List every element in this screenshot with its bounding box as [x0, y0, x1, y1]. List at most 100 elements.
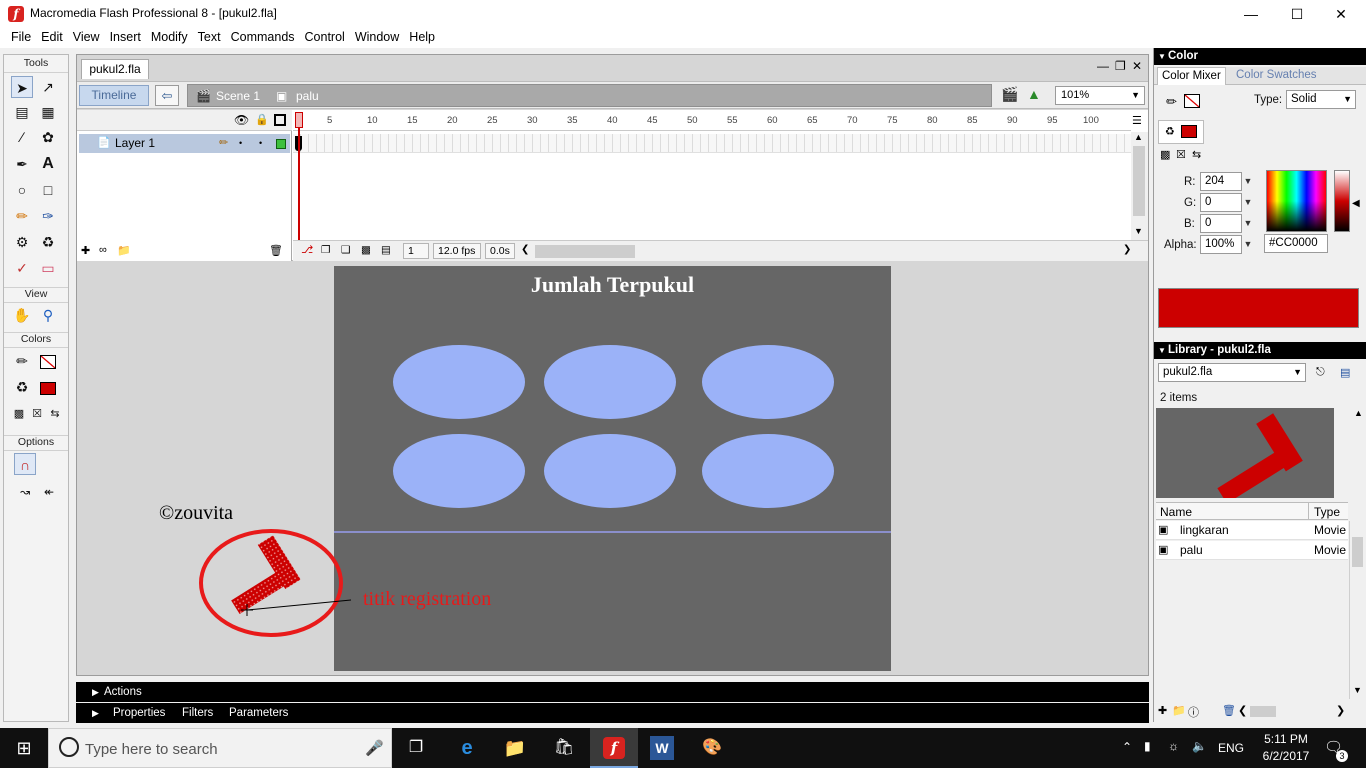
stroke-swatch[interactable]: [1184, 94, 1200, 108]
edge-browser-icon[interactable]: e: [455, 736, 479, 760]
breadcrumb-symbol[interactable]: palu: [296, 89, 319, 103]
subselection-tool-button[interactable]: ↗: [37, 76, 59, 98]
hand-tool-button[interactable]: ✋: [11, 304, 33, 326]
chevron-down-icon[interactable]: ▼: [1242, 214, 1254, 233]
fill-transform-tool-button[interactable]: ▦: [37, 101, 59, 123]
doc-close-button[interactable]: ✕: [1132, 59, 1142, 73]
chevron-down-icon[interactable]: ▼: [1242, 193, 1254, 212]
fill-type-select[interactable]: Solid ▼: [1286, 90, 1356, 109]
wifi-icon[interactable]: ☼: [1168, 739, 1179, 753]
chevron-down-icon[interactable]: ▼: [1134, 226, 1143, 236]
green-input[interactable]: 0: [1200, 193, 1242, 212]
fill-swatch[interactable]: [1181, 125, 1197, 138]
smooth-button[interactable]: ↝: [14, 481, 36, 503]
menu-window[interactable]: Window: [350, 28, 404, 48]
store-icon[interactable]: 🛍: [552, 736, 576, 760]
menu-control[interactable]: Control: [300, 28, 350, 48]
maximize-button[interactable]: ☐: [1274, 0, 1320, 28]
menu-file[interactable]: File: [6, 28, 36, 48]
fill-color-swatch[interactable]: [37, 376, 59, 398]
edit-multiple-frames-icon[interactable]: ▩: [361, 244, 371, 256]
brightness-slider[interactable]: [1334, 170, 1350, 232]
eyedropper-tool-button[interactable]: ✓: [11, 257, 33, 279]
breadcrumb-scene[interactable]: Scene 1: [216, 89, 260, 103]
close-button[interactable]: ✕: [1318, 0, 1364, 28]
stroke-color-swatch[interactable]: [37, 350, 59, 372]
column-type[interactable]: Type: [1314, 505, 1340, 519]
menu-modify[interactable]: Modify: [146, 28, 193, 48]
chevron-up-icon[interactable]: ▲: [1134, 132, 1143, 142]
insert-folder-button[interactable]: 📁: [117, 244, 131, 257]
text-tool-button[interactable]: A: [37, 153, 59, 175]
properties-panel-header[interactable]: ▶ Properties Filters Parameters: [76, 703, 1149, 723]
lock-dot-icon[interactable]: •: [259, 134, 262, 153]
chevron-down-icon[interactable]: ▼: [1242, 235, 1254, 254]
snap-to-objects-button[interactable]: ∩: [14, 453, 36, 475]
menu-commands[interactable]: Commands: [226, 28, 300, 48]
clock-date[interactable]: 6/2/2017: [1262, 749, 1310, 763]
zoom-select[interactable]: 101% ▼: [1055, 86, 1145, 105]
menu-edit[interactable]: Edit: [36, 28, 68, 48]
no-color-icon[interactable]: ☒: [1176, 148, 1186, 161]
center-frame-icon[interactable]: ⎇: [301, 244, 313, 256]
flash-taskbar-button[interactable]: f: [590, 728, 638, 768]
properties-icon[interactable]: ⓘ: [1188, 704, 1199, 720]
red-input[interactable]: 204: [1200, 172, 1242, 191]
eraser-tool-button[interactable]: ▭: [37, 257, 59, 279]
pencil-tool-button[interactable]: ✏: [11, 205, 33, 227]
slider-arrow-icon[interactable]: ◀: [1352, 198, 1360, 209]
paint-icon[interactable]: 🎨: [700, 736, 724, 760]
chevron-right-icon[interactable]: ❯: [1123, 244, 1131, 255]
timeline-vertical-scrollbar[interactable]: ▲ ▼: [1131, 132, 1148, 240]
ink-bottle-tool-button[interactable]: ⚙: [11, 231, 33, 253]
color-panel-header[interactable]: ▼ Color: [1154, 48, 1366, 65]
pen-tool-button[interactable]: ✒: [11, 153, 33, 175]
file-explorer-icon[interactable]: 📁: [503, 736, 527, 760]
frame-area[interactable]: 1 5 10 15 20 25 30 35 40 45 50 55 60 65 …: [293, 110, 1131, 240]
actions-panel-header[interactable]: ▶ Actions: [76, 682, 1149, 702]
lasso-tool-button[interactable]: ✿: [37, 126, 59, 148]
document-tab[interactable]: pukul2.fla: [81, 59, 149, 79]
chevron-up-icon[interactable]: ⌃: [1122, 740, 1132, 754]
visible-dot-icon[interactable]: •: [239, 134, 242, 153]
pin-library-icon[interactable]: ⎋: [1316, 366, 1325, 379]
tab-parameters[interactable]: Parameters: [229, 703, 288, 723]
insert-layer-button[interactable]: ✚: [81, 244, 90, 257]
layer-frames[interactable]: [293, 134, 1131, 153]
free-transform-tool-button[interactable]: ▤: [11, 101, 33, 123]
microphone-icon[interactable]: 🎤: [365, 739, 384, 757]
doc-minimize-button[interactable]: —: [1097, 59, 1109, 73]
horizontal-scroll-thumb[interactable]: [1250, 706, 1276, 717]
swap-colors-icon[interactable]: ⇆: [1192, 148, 1201, 161]
timeline-toggle-button[interactable]: Timeline: [79, 85, 149, 106]
edit-scene-button[interactable]: 🎬: [1001, 86, 1018, 103]
chevron-down-icon[interactable]: ▼: [1242, 172, 1254, 191]
chevron-down-icon[interactable]: ▼: [1353, 685, 1362, 695]
outline-icon[interactable]: [274, 114, 286, 126]
volume-icon[interactable]: 🔈: [1192, 739, 1207, 753]
alpha-input[interactable]: 100%: [1200, 235, 1242, 254]
paint-bucket-tool-button[interactable]: ♻: [37, 231, 59, 253]
tab-color-mixer[interactable]: Color Mixer: [1157, 67, 1226, 85]
task-view-icon[interactable]: ❐: [404, 736, 428, 760]
chevron-left-icon[interactable]: ❮: [521, 244, 529, 255]
selection-tool-button[interactable]: ➤: [11, 76, 33, 98]
playhead[interactable]: [298, 112, 300, 240]
black-white-icon[interactable]: ▩: [1160, 148, 1170, 161]
library-panel-header[interactable]: ▼ Library - pukul2.fla: [1154, 342, 1366, 359]
new-folder-icon[interactable]: 📁: [1172, 704, 1186, 717]
library-scrollbar[interactable]: ▼: [1349, 521, 1365, 699]
menu-text[interactable]: Text: [193, 28, 226, 48]
hex-input[interactable]: #CC0000: [1264, 234, 1328, 253]
clock-time[interactable]: 5:11 PM: [1262, 732, 1310, 746]
chevron-up-icon[interactable]: ▲: [1354, 408, 1363, 418]
color-spectrum[interactable]: [1266, 170, 1327, 232]
work-area[interactable]: Jumlah Terpukul ©zouvita titik registrat…: [77, 262, 1148, 675]
library-item[interactable]: ▣ lingkaran Movie: [1156, 521, 1348, 540]
tab-color-swatches[interactable]: Color Swatches: [1236, 69, 1317, 81]
language-indicator[interactable]: ENG: [1218, 741, 1244, 755]
outline-color-icon[interactable]: [276, 139, 286, 149]
scroll-thumb[interactable]: [1133, 146, 1145, 216]
onion-outline-icon[interactable]: ❑: [341, 244, 350, 256]
straighten-button[interactable]: ↞: [38, 481, 60, 503]
